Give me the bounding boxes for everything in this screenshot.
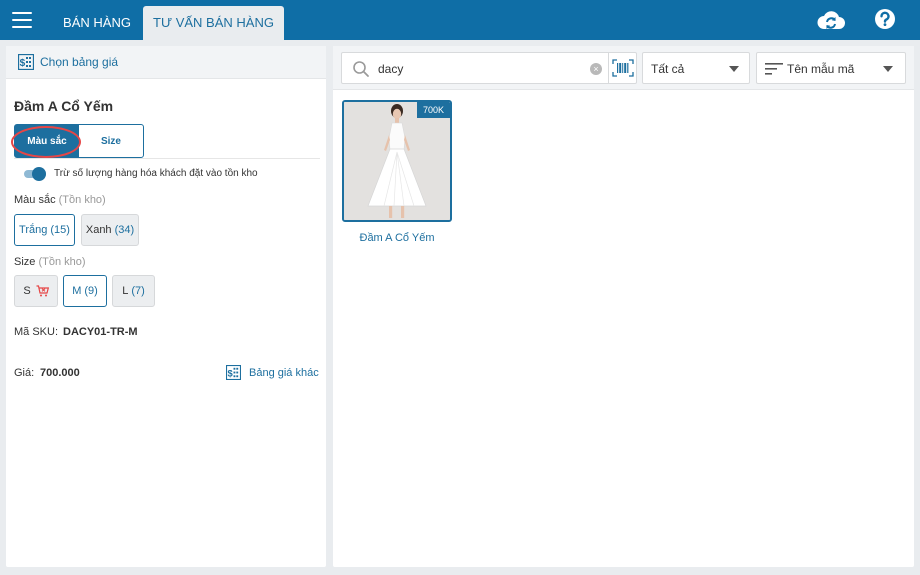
other-price-list-button[interactable]: $ Bảng giá khác (226, 365, 319, 380)
product-name[interactable]: Đầm A Cổ Yếm (342, 232, 452, 244)
divider (14, 158, 320, 159)
clear-search-icon[interactable]: × (590, 63, 602, 75)
size-option-s[interactable]: S (14, 275, 58, 307)
sku-label: Mã SKU: (14, 326, 59, 338)
sku-value: DACY01-TR-M (63, 326, 138, 338)
product-card[interactable]: 700K (342, 100, 452, 222)
tab-color[interactable]: Màu sắc (11, 125, 81, 158)
svg-text:$: $ (20, 58, 26, 69)
svg-text:$: $ (228, 368, 234, 378)
price-list-icon: $ (18, 54, 34, 70)
sort-icon (765, 63, 783, 75)
product-title: Đầm A Cổ Yếm (14, 98, 114, 114)
choose-price-list-label: Chọn bảng giá (40, 55, 119, 69)
price-badge: 700K (416, 102, 450, 118)
search-box: × (341, 52, 609, 84)
color-option-white[interactable]: Trắng (15) (14, 214, 75, 246)
choose-price-list-button[interactable]: $ Chọn bảng giá (6, 46, 326, 79)
barcode-scan-icon[interactable] (609, 52, 637, 84)
chevron-down-icon (729, 66, 739, 72)
search-icon (353, 61, 369, 77)
tab-size[interactable]: Size (79, 125, 143, 157)
price-label: Giá: (14, 367, 35, 379)
menu-icon[interactable] (12, 12, 32, 28)
tab-sales-consulting[interactable]: TƯ VẤN BÁN HÀNG (143, 6, 284, 40)
chevron-down-icon (883, 66, 893, 72)
deduct-stock-label: Trừ số lượng hàng hóa khách đặt vào tồn … (54, 168, 258, 179)
help-icon[interactable] (874, 8, 896, 33)
search-input[interactable] (378, 59, 578, 79)
size-section-label: Size (Tồn kho) (14, 256, 86, 268)
deduct-stock-toggle[interactable] (24, 167, 46, 181)
size-option-m[interactable]: M (9) (63, 275, 107, 307)
cart-out-of-stock-icon (36, 285, 49, 297)
product-detail-panel: $ Chọn bảng giá Đầm A Cổ Yếm Màu sắc Siz… (6, 46, 326, 567)
highlight-ring (11, 126, 81, 158)
size-option-l[interactable]: L (7) (112, 275, 155, 307)
sort-selected: Tên mẫu mã (787, 62, 855, 76)
color-option-blue[interactable]: Xanh (34) (81, 214, 139, 246)
search-toolbar: × Tất cả Tên mẫu mã (333, 46, 914, 90)
sort-dropdown[interactable]: Tên mẫu mã (756, 52, 906, 84)
other-price-list-label: Bảng giá khác (249, 366, 319, 379)
variant-tabs: Màu sắc Size (11, 124, 144, 158)
price-list-icon: $ (226, 365, 241, 380)
top-bar: BÁN HÀNG TƯ VẤN BÁN HÀNG (0, 0, 920, 40)
price-value: 700.000 (40, 367, 80, 379)
cloud-sync-icon[interactable] (816, 8, 846, 35)
product-grid-panel: × Tất cả Tên mẫu mã (333, 46, 914, 567)
tab-sales[interactable]: BÁN HÀNG (52, 6, 142, 40)
product-image (344, 102, 450, 220)
color-section-label: Màu sắc (Tồn kho) (14, 194, 106, 206)
filter-dropdown[interactable]: Tất cả (642, 52, 750, 84)
filter-selected: Tất cả (651, 62, 685, 76)
